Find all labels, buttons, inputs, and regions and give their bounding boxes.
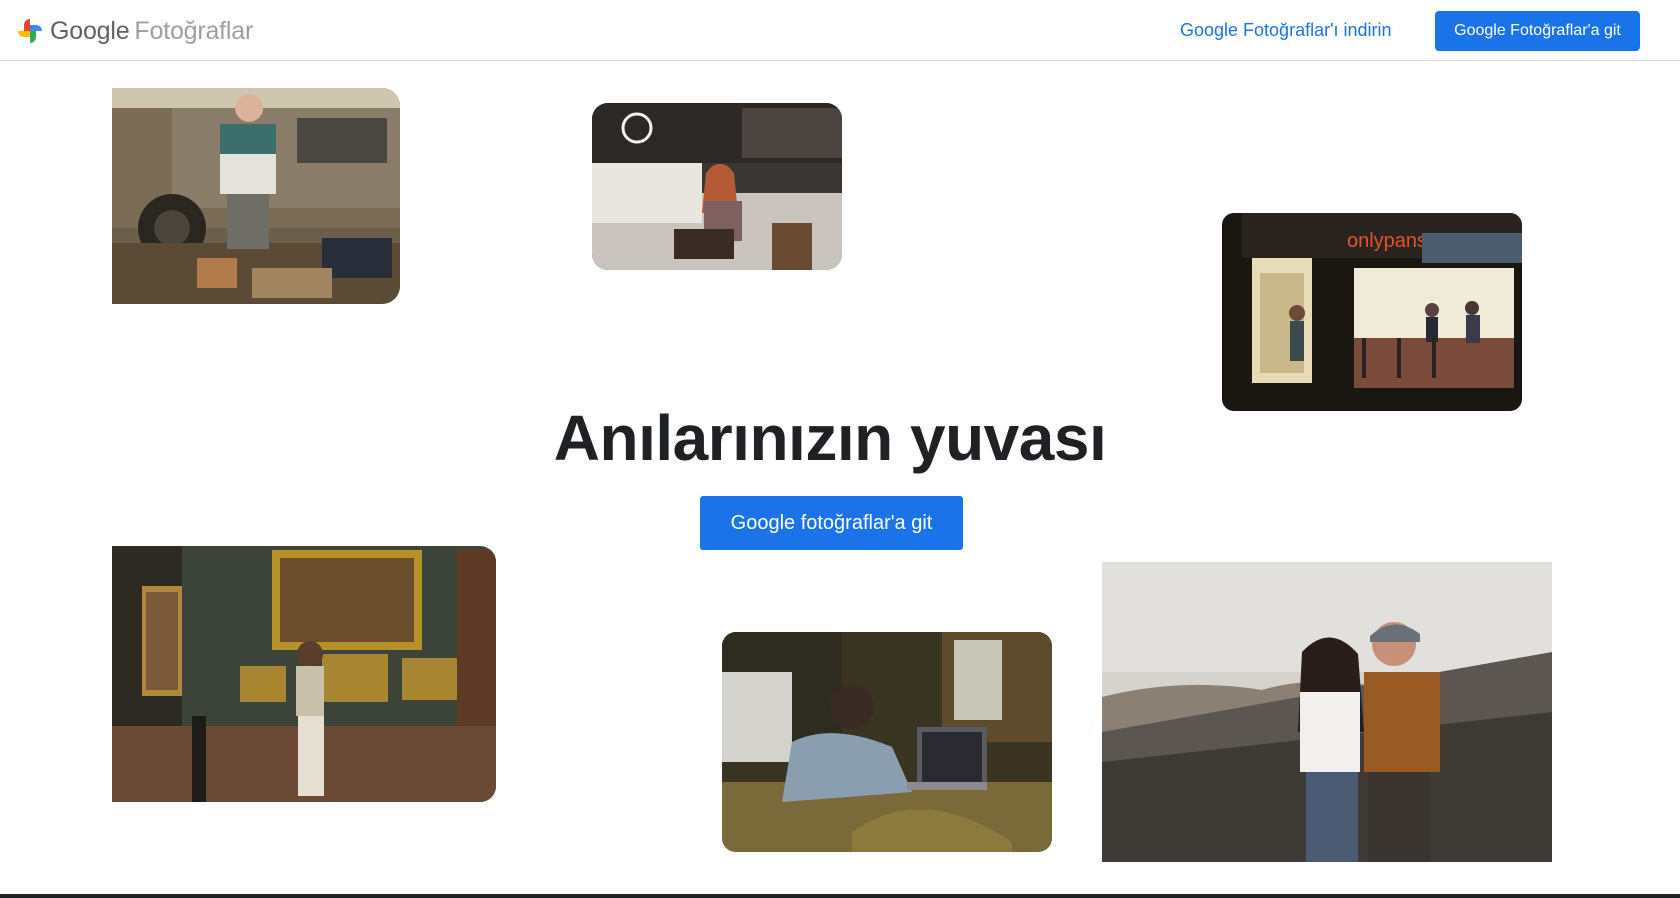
market-vendor-photo — [112, 88, 400, 304]
museum-gallery-photo — [112, 546, 496, 802]
bottom-divider — [0, 894, 1680, 898]
restaurant-sign-text: onlypans — [1347, 230, 1427, 252]
pinwheel-icon — [18, 19, 42, 43]
night-restaurant-photo: onlypans — [1222, 213, 1522, 411]
go-to-photos-button[interactable]: Google Fotoğraflar'a git — [1435, 11, 1640, 51]
hero-go-to-photos-button[interactable]: Google fotoğraflar'a git — [700, 496, 963, 550]
cafe-woman-laptop-photo — [592, 103, 842, 270]
download-app-link[interactable]: Google Fotoğraflar'ı indirin — [1180, 18, 1392, 42]
page-title: Anılarınızın yuvası — [553, 402, 1107, 474]
top-navigation-bar: Google Fotoğraflar Google Fotoğraflar'ı … — [0, 0, 1680, 61]
logo-product-text: Fotoğraflar — [134, 16, 254, 45]
woman-video-call-photo — [722, 632, 1052, 852]
couple-outdoors-photo — [1102, 562, 1552, 862]
logo-google-text: Google — [50, 16, 130, 45]
google-photos-logo[interactable]: Google Fotoğraflar — [14, 14, 253, 48]
